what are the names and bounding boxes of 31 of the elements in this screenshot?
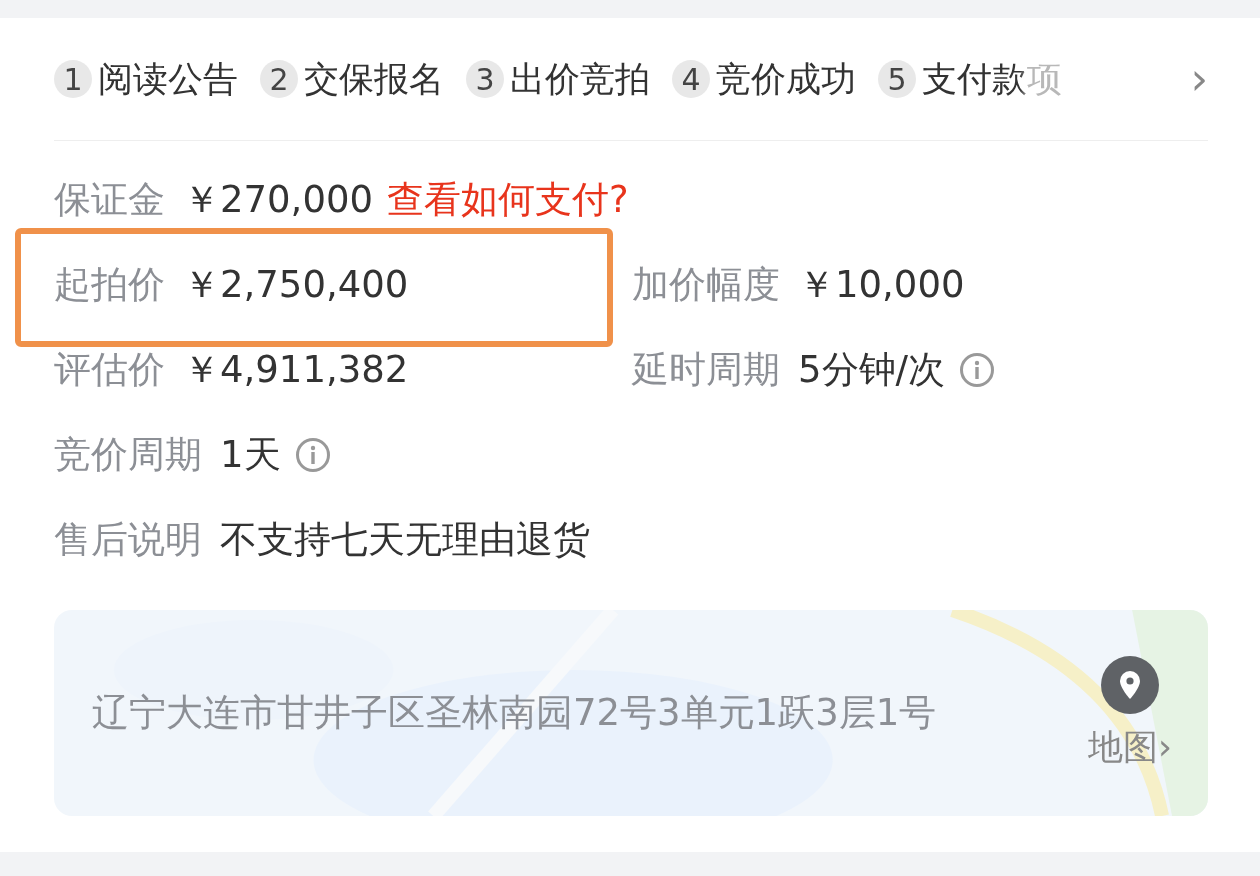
field-value: ￥10,000 xyxy=(798,261,965,308)
field-label: 竞价周期 xyxy=(54,431,202,478)
payment-link[interactable]: 查看如何支付? xyxy=(387,174,629,225)
step-label: 支付款项 xyxy=(922,57,1062,101)
step-number-badge: 1 xyxy=(54,60,92,98)
location-pin-icon xyxy=(1101,655,1159,714)
chevron-button[interactable]: › xyxy=(1190,57,1208,101)
info-icon[interactable] xyxy=(959,351,995,388)
field-value: 1天 xyxy=(220,431,281,478)
step-label: 阅读公告 xyxy=(98,57,238,101)
field-value: ￥2,750,400 xyxy=(183,261,409,308)
step-label: 交保报名 xyxy=(304,57,444,101)
map-link[interactable]: 地图› xyxy=(1088,655,1172,771)
field-value: ￥270,000 xyxy=(183,176,373,223)
field-label: 售后说明 xyxy=(54,516,202,563)
step-label: 出价竞拍 xyxy=(510,57,650,101)
field-label: 起拍价 xyxy=(54,261,165,308)
field-label: 延时周期 xyxy=(632,346,780,393)
field-value: ￥4,911,382 xyxy=(183,346,409,393)
step-number-badge: 2 xyxy=(260,60,298,98)
field-value: 5分钟/次 xyxy=(798,346,945,393)
info-icon[interactable] xyxy=(294,436,331,473)
step-number-badge: 5 xyxy=(878,60,916,98)
step-number-badge: 3 xyxy=(466,60,504,98)
field-label: 加价幅度 xyxy=(632,261,780,308)
field-value: 不支持七天无理由退货 xyxy=(220,516,590,563)
step-label: 竞价成功 xyxy=(716,57,856,101)
field-label: 保证金 xyxy=(54,176,165,223)
field-label: 评估价 xyxy=(54,346,165,393)
step-number-badge: 4 xyxy=(672,60,710,98)
address-text: 辽宁大连市甘井子区圣林南园72号3单元1跃3层1号 xyxy=(92,690,938,736)
